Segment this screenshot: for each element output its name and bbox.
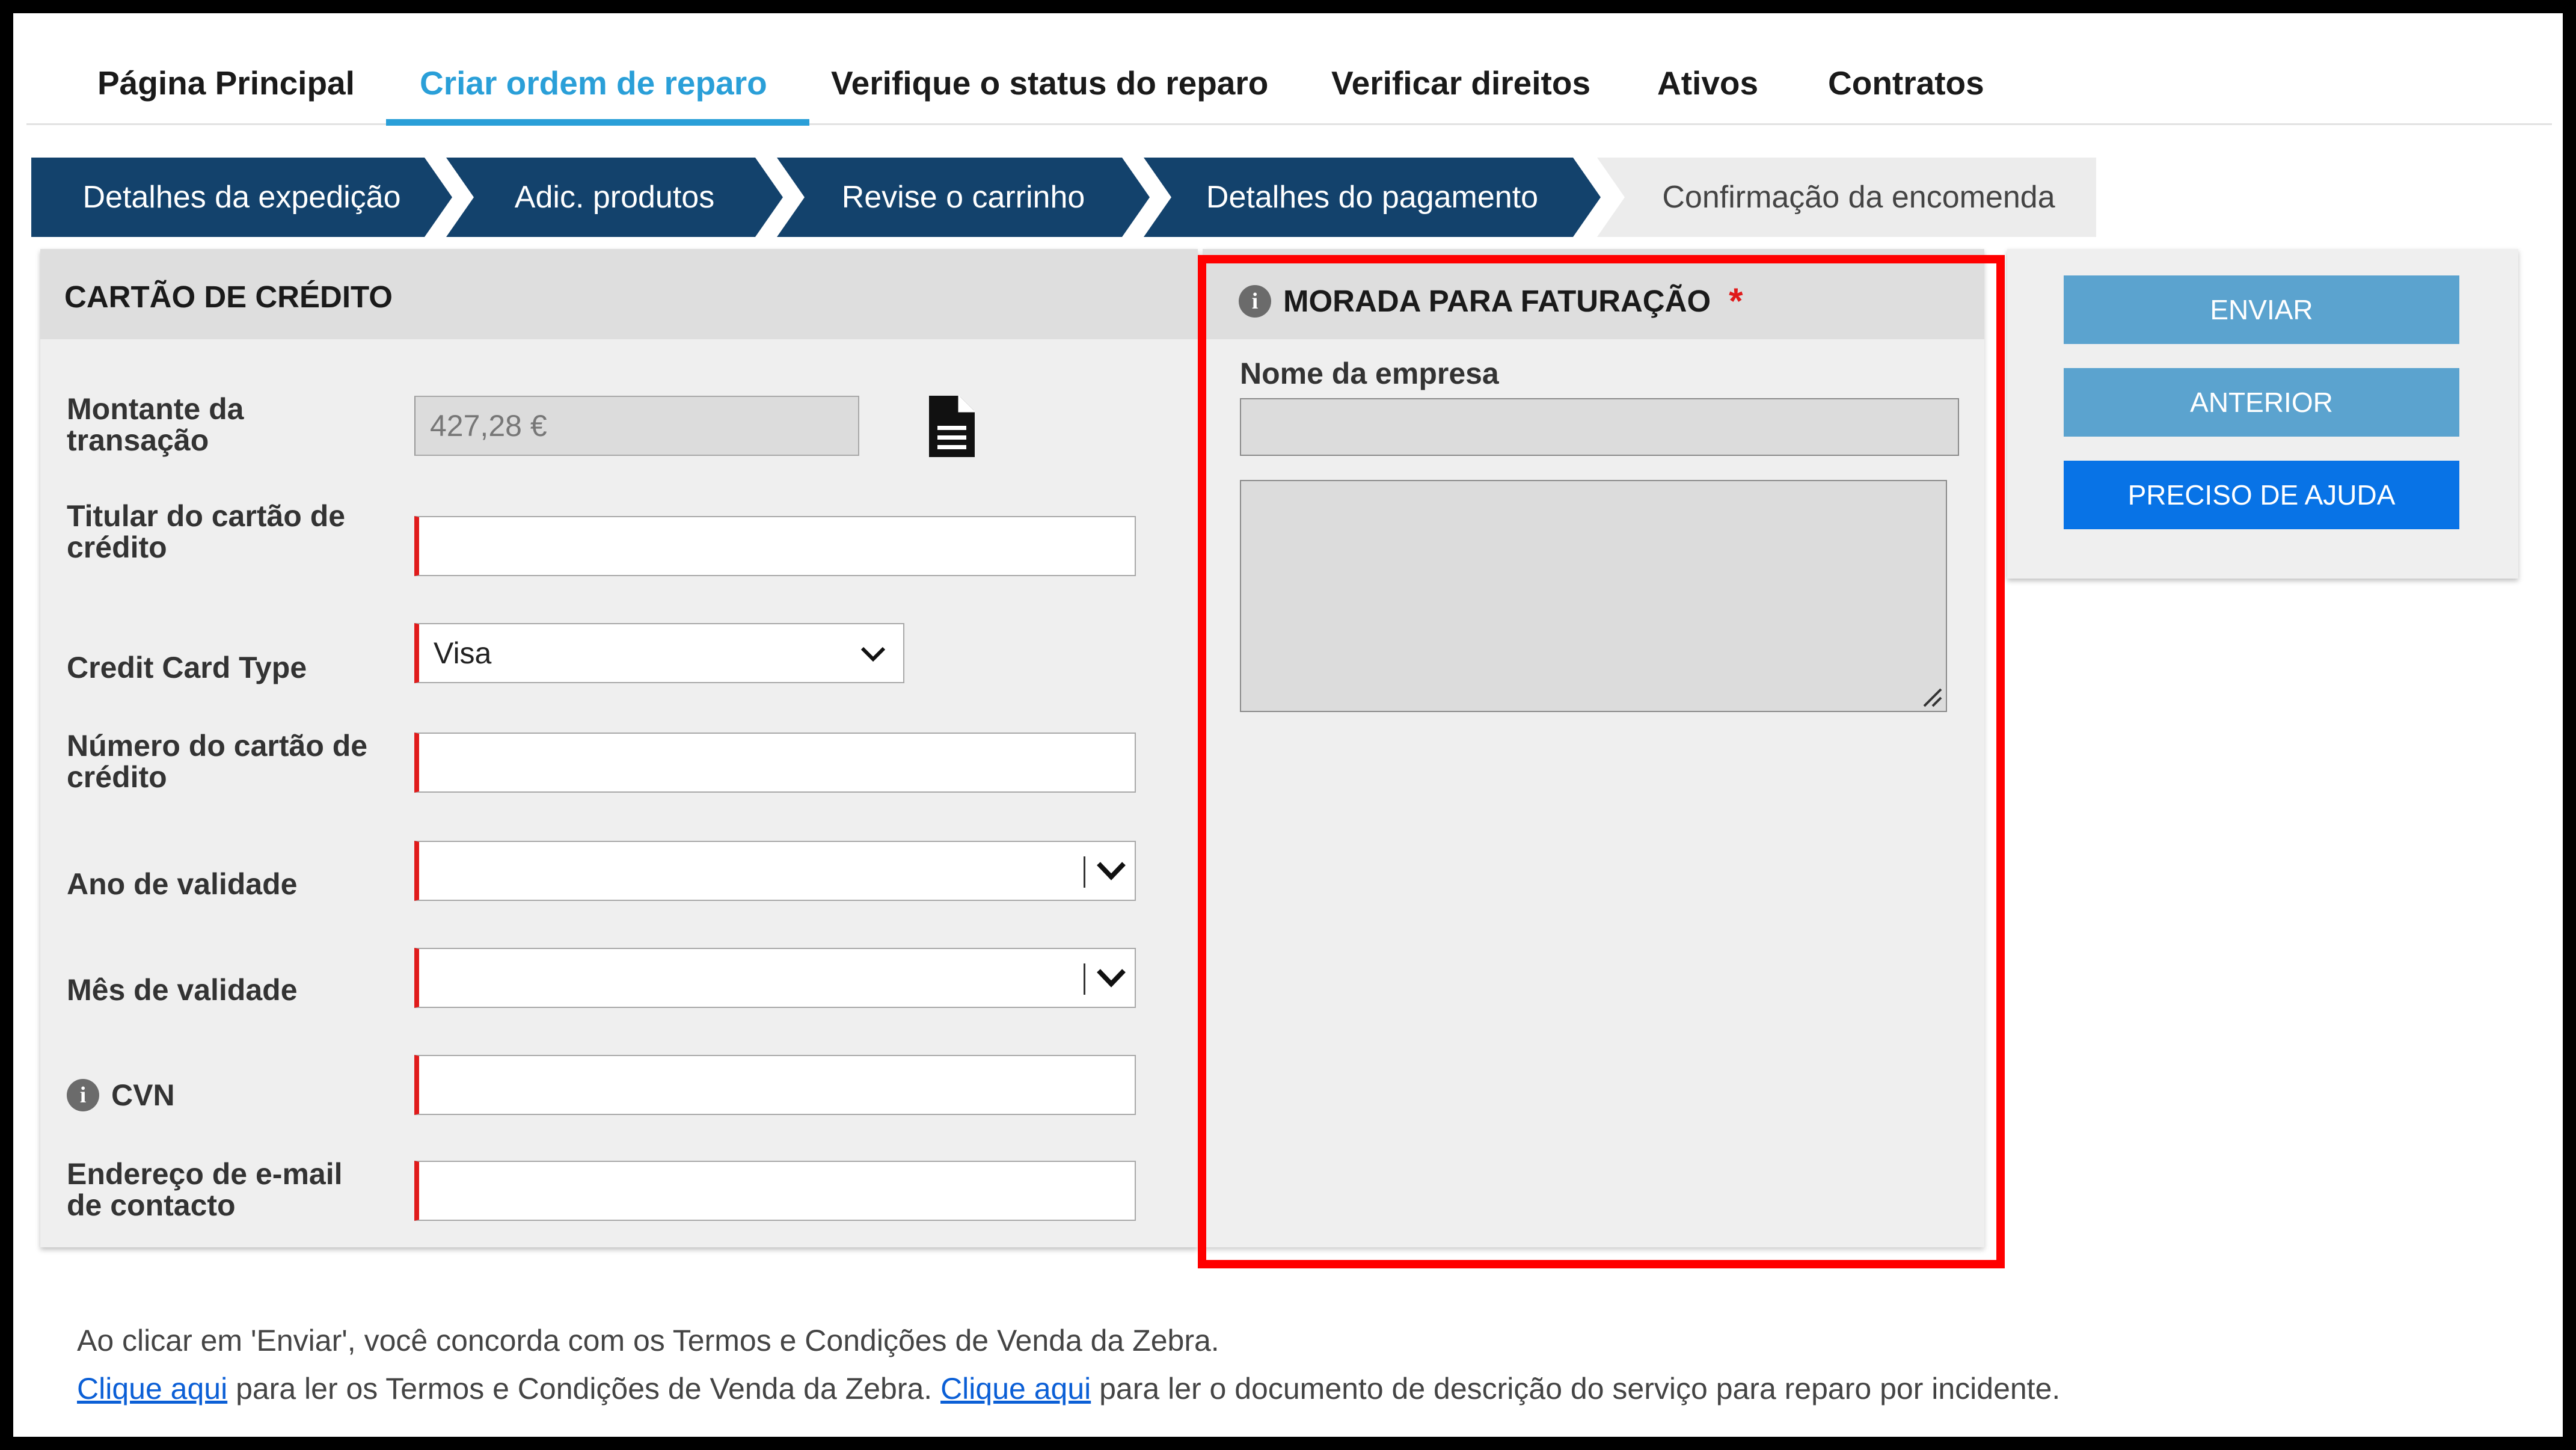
chevron-down-icon bbox=[1097, 862, 1126, 880]
tab-assets[interactable]: Ativos bbox=[1657, 64, 1758, 102]
step-payment-details[interactable]: Detalhes do pagamento bbox=[1144, 158, 1601, 237]
contact-email-input[interactable] bbox=[414, 1161, 1136, 1221]
tab-create-repair-order[interactable]: Criar ordem de reparo bbox=[420, 64, 767, 102]
action-panel: ENVIAR ANTERIOR PRECISO DE AJUDA bbox=[2007, 249, 2518, 579]
select-separator bbox=[1084, 856, 1085, 888]
submit-button[interactable]: ENVIAR bbox=[2064, 275, 2459, 344]
card-type-select[interactable]: Visa bbox=[414, 623, 904, 683]
tab-check-entitlements[interactable]: Verificar direitos bbox=[1331, 64, 1590, 102]
terms-links-text: Clique aqui para ler os Termos e Condiçõ… bbox=[77, 1372, 2061, 1405]
tab-contracts[interactable]: Contratos bbox=[1828, 64, 1984, 102]
cvn-input[interactable] bbox=[414, 1055, 1136, 1115]
highlight-box bbox=[1198, 255, 2005, 1268]
previous-button[interactable]: ANTERIOR bbox=[2064, 368, 2459, 437]
chevron-down-icon bbox=[1097, 969, 1126, 988]
amount-label: Montante da transação bbox=[67, 392, 244, 457]
terms-agreement-text: Ao clicar em 'Enviar', você concorda com… bbox=[77, 1324, 1219, 1357]
cvn-label: i CVN bbox=[67, 1079, 403, 1111]
contact-email-label: Endereço de e-mail de contacto bbox=[67, 1157, 343, 1222]
card-holder-label: Titular do cartão de crédito bbox=[67, 499, 346, 564]
active-tab-underline bbox=[386, 119, 809, 126]
tab-home[interactable]: Página Principal bbox=[97, 64, 355, 102]
credit-card-panel: CARTÃO DE CRÉDITO Montante da transação … bbox=[40, 249, 1198, 1247]
credit-card-header: CARTÃO DE CRÉDITO bbox=[40, 249, 1198, 339]
select-separator bbox=[1084, 963, 1085, 995]
amount-field: 427,28 € bbox=[414, 396, 859, 456]
credit-card-title: CARTÃO DE CRÉDITO bbox=[64, 280, 393, 314]
checkout-steps: Detalhes da expedição Adic. produtos Rev… bbox=[31, 158, 2106, 237]
service-description-link[interactable]: Clique aqui bbox=[940, 1372, 1091, 1405]
chevron-down-icon bbox=[860, 647, 886, 662]
document-icon[interactable] bbox=[924, 393, 978, 459]
info-icon[interactable]: i bbox=[67, 1079, 99, 1111]
card-holder-input[interactable] bbox=[414, 516, 1136, 576]
card-type-label: Credit Card Type bbox=[67, 651, 307, 684]
terms-link[interactable]: Clique aqui bbox=[77, 1372, 227, 1405]
top-navigation: Página Principal Criar ordem de reparo V… bbox=[26, 35, 2552, 126]
step-shipping-details[interactable]: Detalhes da expedição bbox=[31, 158, 452, 237]
expiry-month-label: Mês de validade bbox=[67, 973, 298, 1007]
card-number-label: Número do cartão de crédito bbox=[67, 729, 368, 794]
step-add-products[interactable]: Adic. produtos bbox=[446, 158, 783, 237]
expiry-year-select[interactable] bbox=[414, 841, 1136, 901]
card-number-input[interactable] bbox=[414, 733, 1136, 793]
step-review-cart[interactable]: Revise o carrinho bbox=[777, 158, 1150, 237]
expiry-year-label: Ano de validade bbox=[67, 867, 298, 901]
expiry-month-select[interactable] bbox=[414, 948, 1136, 1008]
page-frame: Página Principal Criar ordem de reparo V… bbox=[13, 13, 2563, 1437]
tab-check-repair-status[interactable]: Verifique o status do reparo bbox=[831, 64, 1268, 102]
step-order-confirmation: Confirmação da encomenda bbox=[1597, 158, 2096, 237]
help-button[interactable]: PRECISO DE AJUDA bbox=[2064, 461, 2459, 529]
